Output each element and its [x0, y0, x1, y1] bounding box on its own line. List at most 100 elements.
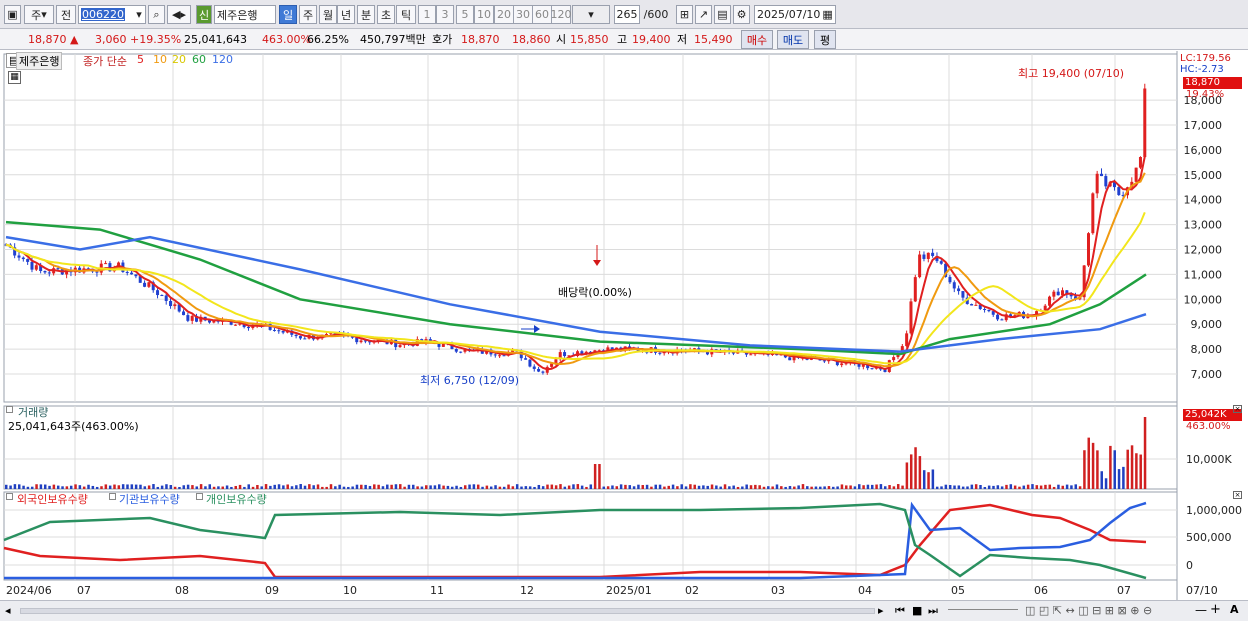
candle-body [190, 315, 194, 321]
volume-bar [35, 484, 38, 489]
candle-body [844, 363, 848, 365]
volume-bar [286, 484, 289, 489]
minute-10-button[interactable]: 10 [474, 5, 494, 24]
volume-bar [316, 484, 320, 489]
volume-bar [1096, 450, 1099, 489]
volume-bar [463, 485, 467, 489]
volume-bar [671, 484, 675, 489]
holdings-panel-close-icon[interactable]: × [1233, 491, 1242, 499]
candle-body [922, 254, 926, 259]
candle-body [788, 357, 792, 361]
period-second-tab[interactable]: 초 [377, 5, 395, 24]
window-menu-icon[interactable]: ▣ [4, 5, 21, 24]
bottom-scroll-bar: ◂ ▸ ⏮ ■ ⏭ ◫ ◰ ⇱ ↔ ◫ ⊟ ⊞ ⊠ ⊕ ⊖ — + A [0, 600, 1248, 621]
candle-body [987, 309, 991, 312]
volume-bar [788, 485, 792, 489]
draw-tool-icon[interactable]: ↗ [695, 5, 712, 24]
volume-bar [1100, 471, 1103, 489]
stock-name-field[interactable]: 제주은행 [214, 5, 276, 24]
foreign-holding-legend: 외국인보유수량 [17, 493, 88, 506]
buy-button[interactable]: 매수 [741, 30, 773, 49]
scroll-left-icon[interactable]: ◂ [5, 604, 11, 617]
minute-3-button[interactable]: 3 [436, 5, 454, 24]
eval-button[interactable]: 평 [814, 30, 836, 49]
volume-bar [74, 484, 77, 489]
period-month-tab[interactable]: 월 [319, 5, 337, 24]
zoom-in-icon[interactable]: + [1210, 602, 1221, 617]
candle-body [186, 315, 190, 321]
ma-legend-60: 60 [192, 53, 206, 66]
volume-bar [165, 484, 168, 489]
individual-holding-legend: 개인보유수량 [206, 493, 267, 506]
font-size-icon[interactable]: A [1230, 603, 1239, 616]
save-icon[interactable]: ▤ [714, 5, 731, 24]
calendar-icon[interactable]: ▦ [822, 8, 832, 21]
volume-bar [217, 486, 220, 489]
minute-5-button[interactable]: 5 [456, 5, 474, 24]
gear-icon[interactable]: ⚙ [733, 5, 750, 24]
volume-bar [247, 484, 250, 489]
minute-custom-select[interactable]: ▾ [572, 5, 610, 24]
period-year-tab[interactable]: 년 [337, 5, 355, 24]
speaker-icon[interactable]: ◀▸ [167, 5, 191, 24]
y-axis-label: 16,000 [1184, 144, 1223, 157]
prev-button[interactable]: 전 [56, 5, 76, 24]
volume-bar [230, 486, 233, 489]
search-icon[interactable]: ⌕ [148, 5, 165, 24]
volume-bar [862, 485, 865, 489]
sell-button[interactable]: 매도 [777, 30, 809, 49]
code-dropdown-icon[interactable]: ▾ [132, 5, 146, 24]
volume-panel-close-icon[interactable]: × [1233, 405, 1242, 413]
period-day-tab[interactable]: 일 [279, 5, 297, 24]
volume-bar [22, 485, 25, 489]
volume-bar [52, 484, 56, 489]
volume-bar [442, 485, 445, 489]
volume-bar [611, 485, 614, 489]
indicator-icon[interactable]: ⊞ [676, 5, 693, 24]
period-tick-tab[interactable]: 틱 [396, 5, 416, 24]
volume-bar [554, 485, 558, 489]
scroll-track[interactable] [20, 608, 875, 614]
play-icon[interactable]: ▸ [878, 604, 884, 617]
chart-tools-icons[interactable]: ◫ ◰ ⇱ ↔ ◫ ⊟ ⊞ ⊠ ⊕ ⊖ [1025, 604, 1152, 617]
volume-bar [892, 486, 896, 489]
minute-60-button[interactable]: 60 [532, 5, 552, 24]
volume-bar [827, 486, 831, 489]
fast-forward-icon[interactable]: ⏭ [928, 604, 938, 618]
candle-body [870, 368, 874, 370]
stock-chart[interactable]: 2024/06 07 08 09 10 11 12 2025/01 02 03 04 05 06 07 07… [0, 51, 1248, 600]
volume-bar [710, 484, 714, 489]
rewind-icon[interactable]: ⏮ [895, 604, 905, 618]
grid-toggle-icon[interactable]: ▦ [8, 71, 21, 84]
volume-bar [719, 486, 722, 489]
minute-30-button[interactable]: 30 [513, 5, 533, 24]
minute-20-button[interactable]: 20 [494, 5, 514, 24]
stop-icon[interactable]: ■ [912, 604, 922, 617]
candle-body [182, 311, 186, 316]
volume-bar [494, 485, 497, 489]
period-minute-tab[interactable]: 분 [357, 5, 375, 24]
individual-legend-icon [196, 493, 203, 500]
candle-body [524, 358, 528, 360]
volume-panel-icon[interactable] [6, 406, 13, 413]
volume-bar [935, 486, 939, 489]
volume-bar [883, 486, 887, 489]
ma-legend-120: 120 [212, 53, 233, 66]
candle-body [1048, 296, 1052, 306]
zoom-out-icon[interactable]: — [1195, 603, 1207, 617]
volume-bar [663, 486, 666, 489]
volume-bar [1104, 478, 1108, 489]
minute-1-button[interactable]: 1 [418, 5, 436, 24]
bid-price: 18,860 [512, 33, 551, 46]
count-input[interactable]: 265 [614, 5, 640, 24]
date-input[interactable]: 2025/07/10 ▦ [754, 5, 836, 24]
last-price-tag: 18,870 [1183, 77, 1242, 89]
price-change: 3,060 [95, 33, 127, 46]
candle-body [1099, 173, 1103, 177]
period-week-tab[interactable]: 주 [299, 5, 317, 24]
chart-area[interactable]: 2024/06 07 08 09 10 11 12 2025/01 02 03 04 05 06 07 07… [0, 51, 1248, 621]
minute-120-button[interactable]: 120 [551, 5, 572, 24]
type-select[interactable]: 주 ▾ [24, 5, 54, 24]
volume-bar [390, 484, 393, 489]
zoom-slider[interactable] [948, 609, 1018, 612]
